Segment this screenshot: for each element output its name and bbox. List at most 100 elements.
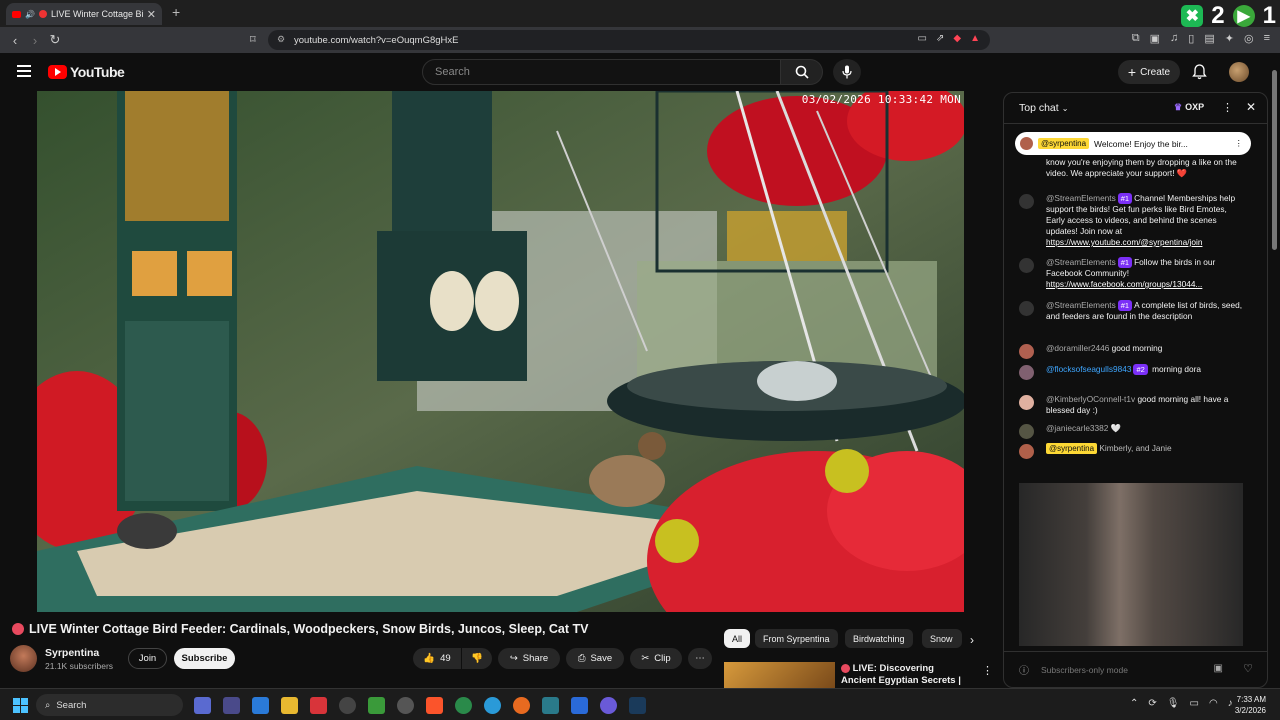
firefox-icon[interactable] [513, 697, 530, 714]
green-x-icon[interactable]: ✖ [1181, 5, 1204, 27]
audio-icon[interactable]: 🔊 [25, 10, 35, 19]
file-explorer-icon[interactable] [281, 697, 298, 714]
chat-username[interactable]: @flocksofseagulls9843 [1046, 364, 1131, 374]
save-label: Save [590, 653, 613, 664]
close-chat-icon[interactable]: ✕ [1246, 100, 1256, 114]
chrome-icon[interactable] [455, 697, 472, 714]
chip-all[interactable]: All [724, 629, 751, 648]
share-page-icon[interactable]: ⇗ [936, 33, 944, 44]
sidebar-icon[interactable]: ▯ [1188, 32, 1194, 45]
page-scrollbar[interactable] [1272, 70, 1277, 250]
chat-username[interactable]: @StreamElements [1046, 300, 1116, 310]
screenshot-icon[interactable]: ▣ [1150, 32, 1160, 45]
wifi-icon[interactable]: ◠ [1209, 698, 1218, 709]
share-button[interactable]: ↪ Share [498, 648, 560, 669]
count-two: 1 [1262, 2, 1276, 29]
extension-icon[interactable]: ⧉ [1132, 32, 1140, 45]
chat-menu-icon[interactable]: ⋮ [1222, 101, 1233, 114]
search-button[interactable] [781, 59, 823, 85]
pinned-menu-icon[interactable]: ⋮ [1235, 138, 1244, 149]
music-icon[interactable]: ♫ [1170, 32, 1178, 45]
search-input[interactable]: Search [422, 59, 781, 85]
edge-icon[interactable] [484, 697, 501, 714]
browser-tab[interactable]: 🔊 LIVE Winter Cottage Bird Fe ✕ [6, 3, 162, 25]
channel-avatar[interactable] [10, 645, 37, 672]
more-vertical-icon[interactable]: ⋮ [982, 664, 993, 677]
menu-icon[interactable]: ≡ [1264, 32, 1270, 45]
chat-link[interactable]: https://www.facebook.com/groups/13044... [1046, 279, 1202, 289]
app-icon[interactable] [223, 697, 240, 714]
reload-icon[interactable]: ↻ [45, 32, 65, 48]
chat-message: @StreamElements #1 Follow the birds in our… [1019, 257, 1247, 290]
youtube-logo[interactable]: YouTube [48, 64, 125, 80]
taskbar-clock[interactable]: 7:33 AM 3/2/2026 [1230, 694, 1266, 716]
ai-icon[interactable]: ✦ [1225, 32, 1234, 45]
guide-menu-icon[interactable] [17, 65, 31, 77]
url-field[interactable]: ⚙ youtube.com/watch?v=eOuqmG8gHxE ▭ ⇗ ◆ … [268, 30, 990, 50]
dislike-button[interactable]: 👎 [462, 648, 492, 669]
super-chat-icon[interactable]: ▣ [1214, 663, 1223, 674]
app-icon[interactable] [542, 697, 559, 714]
chevron-down-icon[interactable]: ⌄ [1062, 104, 1069, 113]
windows-start-icon[interactable] [13, 698, 28, 713]
cast-icon[interactable]: ▭ [918, 33, 927, 44]
microphone-icon[interactable]: 🎙 [1167, 698, 1180, 709]
display-icon[interactable]: ▭ [1189, 698, 1198, 709]
top-chat-dropdown[interactable]: Top chat [1019, 102, 1059, 114]
video-player[interactable]: 03/02/2026 10:33:42 MON [37, 91, 964, 612]
chat-username[interactable]: @syrpentina [1046, 443, 1098, 454]
new-tab-button[interactable]: + [172, 4, 180, 20]
join-button[interactable]: Join [128, 648, 167, 669]
brave-shield-icon[interactable]: ◆ [953, 33, 961, 44]
brave-browser-icon[interactable] [426, 697, 443, 714]
more-actions-button[interactable]: ⋯ [688, 648, 712, 669]
tray-app-icon[interactable]: ⟳ [1148, 698, 1156, 709]
app-icon[interactable] [368, 697, 385, 714]
like-button[interactable]: 👍 49 [413, 648, 461, 669]
vpn-icon[interactable]: ◎ [1244, 32, 1254, 45]
account-avatar[interactable] [1229, 62, 1249, 82]
chat-link[interactable]: https://www.youtube.com/@syrpentina/join [1046, 237, 1202, 247]
recommendation-thumbnail[interactable] [724, 662, 835, 688]
chat-username[interactable]: @doramiller2446 [1046, 343, 1109, 353]
info-icon[interactable]: ⓘ [1019, 662, 1029, 677]
chat-username[interactable]: @StreamElements [1046, 257, 1116, 267]
notifications-button[interactable] [1192, 64, 1207, 80]
rewards-icon[interactable]: ▲ [970, 33, 980, 44]
bookmark-icon[interactable]: ⌑ [250, 33, 256, 46]
channel-name[interactable]: Syrpentina [45, 647, 99, 659]
close-tab-icon[interactable]: ✕ [147, 8, 156, 21]
chat-username[interactable]: @StreamElements [1046, 193, 1116, 203]
forward-icon[interactable]: › [25, 33, 45, 48]
save-button[interactable]: ⎙ Save [566, 648, 624, 669]
taskview-icon[interactable] [194, 697, 211, 714]
search-placeholder: Search [435, 66, 470, 78]
heart-icon[interactable]: ♡ [1243, 662, 1253, 675]
app-icon[interactable] [339, 697, 356, 714]
chevron-up-icon[interactable]: ⌃ [1130, 698, 1138, 709]
subscribe-button[interactable]: Subscribe [174, 648, 235, 669]
taskbar-search[interactable]: ⌕ Search [36, 694, 183, 716]
chat-input-placeholder: Subscribers-only mode [1041, 664, 1128, 675]
app-icon[interactable] [310, 697, 327, 714]
app-icon[interactable] [397, 697, 414, 714]
site-info-icon[interactable]: ⚙ [277, 34, 285, 45]
pinned-message[interactable]: @syrpentina Welcome! Enjoy the bir... ⋮ [1015, 132, 1251, 155]
app-icon[interactable] [252, 697, 269, 714]
chevron-right-icon[interactable]: › [970, 633, 974, 647]
clip-button[interactable]: ✂ Clip [630, 648, 682, 669]
back-icon[interactable]: ‹ [5, 33, 25, 48]
chat-username[interactable]: @janiecarle3382 [1046, 423, 1108, 433]
voice-search-button[interactable] [833, 59, 861, 85]
steam-icon[interactable] [629, 697, 646, 714]
discord-icon[interactable] [600, 697, 617, 714]
create-button[interactable]: + Create [1118, 60, 1180, 84]
chip-from-channel[interactable]: From Syrpentina [755, 629, 838, 648]
oxp-badge[interactable]: ♛ OXP [1174, 102, 1204, 113]
green-play-icon[interactable]: ▶ [1232, 5, 1255, 27]
wallet-icon[interactable]: ▤ [1204, 32, 1214, 45]
chat-username[interactable]: @KimberlyOConnell-t1v [1046, 394, 1135, 404]
vscode-icon[interactable] [571, 697, 588, 714]
chip-birdwatching[interactable]: Birdwatching [845, 629, 913, 648]
chip-snow[interactable]: Snow [922, 629, 962, 648]
